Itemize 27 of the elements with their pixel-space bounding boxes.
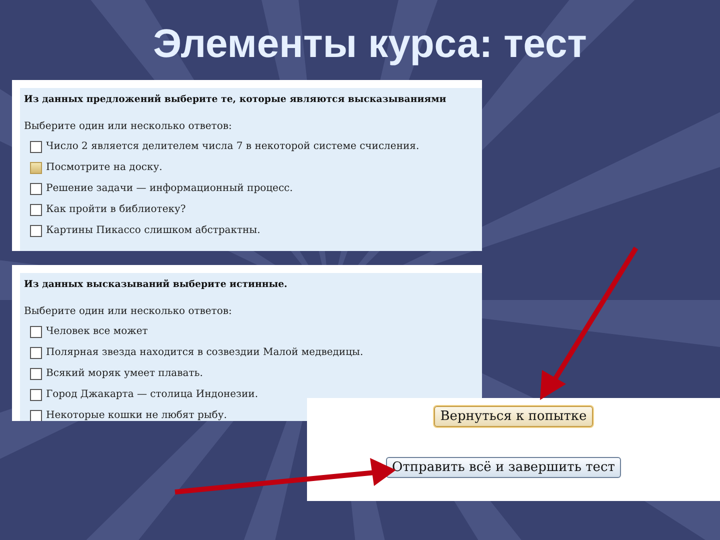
answer-option: Посмотрите на доску. (46, 162, 162, 173)
checkbox[interactable] (30, 204, 42, 216)
checkbox[interactable] (30, 182, 42, 194)
answer-option: Решение задачи — информационный процесс. (46, 183, 293, 194)
question-prompt: Из данных высказываний выберите истинные. (24, 279, 288, 290)
answer-option: Как пройти в библиотеку? (46, 204, 186, 215)
checkbox[interactable] (30, 326, 42, 338)
answer-option: Число 2 является делителем числа 7 в некоторой системе счисления. (46, 141, 420, 152)
checkbox[interactable] (30, 224, 42, 236)
checkbox[interactable] (30, 368, 42, 380)
checkbox[interactable] (30, 388, 42, 400)
question-prompt: Из данных предложений выберите те, которые являются высказываниями (24, 94, 448, 105)
answer-option: Человек все может (46, 326, 148, 337)
slide-title: Элементы курса: тест (152, 22, 588, 67)
answer-instruction: Выберите один или несколько ответов: (24, 121, 233, 132)
submit-button[interactable]: Отправить всё и завершить тест (386, 457, 621, 478)
checkbox[interactable] (30, 162, 42, 174)
answer-option: Город Джакарта — столица Индонезии. (46, 389, 258, 400)
answer-option: Картины Пикассо слишком абстрактны. (46, 225, 260, 236)
return-button[interactable]: Вернуться к попытке (434, 406, 593, 427)
checkbox[interactable] (30, 346, 42, 358)
answer-instruction: Выберите один или несколько ответов: (24, 306, 233, 317)
answer-option: Полярная звезда находится в созвездии Малой медведицы. (46, 347, 364, 358)
checkbox[interactable] (30, 410, 42, 421)
answer-option: Всякий моряк умеет плавать. (46, 368, 203, 379)
answer-option: Некоторые кошки не любят рыбу. (46, 410, 227, 421)
checkbox[interactable] (30, 140, 42, 152)
